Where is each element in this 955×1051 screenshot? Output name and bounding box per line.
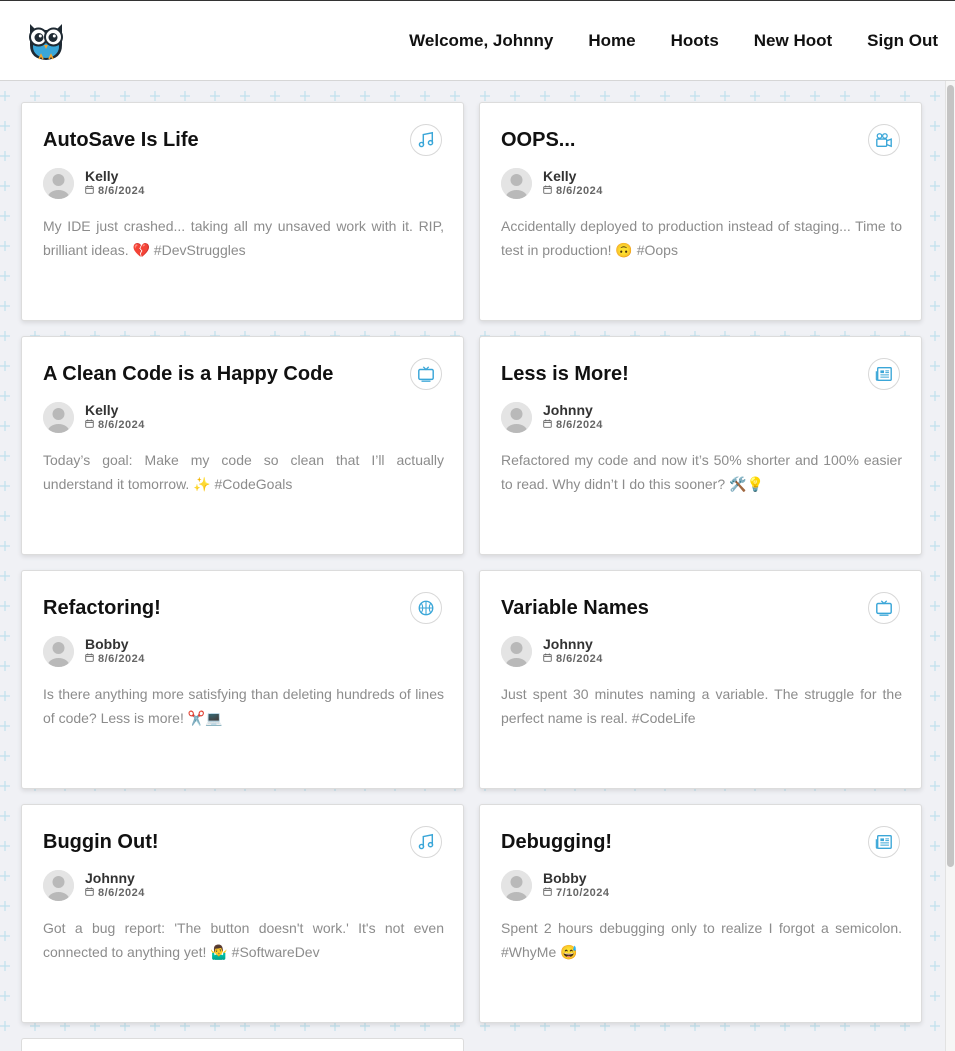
calendar-icon xyxy=(543,185,556,197)
post-date: 7/10/2024 xyxy=(543,887,609,899)
author-name: Johnny xyxy=(543,636,593,652)
author-name: Bobby xyxy=(85,636,129,652)
calendar-icon xyxy=(85,419,98,431)
nav-home-link[interactable]: Home xyxy=(588,31,635,51)
date-text: 8/6/2024 xyxy=(556,185,603,197)
avatar xyxy=(43,636,74,667)
tv-icon xyxy=(868,592,900,624)
hoot-title[interactable]: Less is More! xyxy=(501,363,629,386)
hoot-card-partial[interactable] xyxy=(21,1038,464,1051)
music-icon xyxy=(410,124,442,156)
scrollbar-thumb[interactable] xyxy=(947,85,954,867)
author-name: Bobby xyxy=(543,870,587,886)
hoot-card[interactable]: Buggin Out! Johnny 8/6/2024 Got a bug repor… xyxy=(21,804,464,1023)
date-text: 8/6/2024 xyxy=(98,653,145,665)
main-nav: Welcome, Johnny Home Hoots New Hoot Sign… xyxy=(374,31,938,51)
welcome-text: Welcome, Johnny xyxy=(409,31,554,50)
calendar-icon xyxy=(543,887,556,899)
post-date: 8/6/2024 xyxy=(85,419,145,431)
hoot-text: Refactored my code and now it’s 50% shor… xyxy=(501,452,902,492)
hoot-text: Spent 2 hours debugging only to realize … xyxy=(501,920,902,960)
hoot-card[interactable]: Less is More! Johnny 8/6/2024 Refactored my… xyxy=(479,336,922,555)
newspaper-icon xyxy=(868,358,900,390)
hoot-card[interactable]: A Clean Code is a Happy Code Kelly 8/6/202… xyxy=(21,336,464,555)
hoot-card[interactable]: Variable Names Johnny 8/6/2024 Just spent 3… xyxy=(479,570,922,789)
video-camera-icon xyxy=(868,124,900,156)
avatar xyxy=(43,870,74,901)
calendar-icon xyxy=(85,185,98,197)
nav-sign-out-link[interactable]: Sign Out xyxy=(867,31,938,51)
avatar xyxy=(501,168,532,199)
calendar-icon xyxy=(85,653,98,665)
author-name: Kelly xyxy=(85,168,119,184)
hoot-text: Just spent 30 minutes naming a variable.… xyxy=(501,686,902,726)
hoot-title[interactable]: AutoSave Is Life xyxy=(43,129,199,152)
hoot-text: Is there anything more satisfying than d… xyxy=(43,686,444,726)
avatar xyxy=(501,870,532,901)
post-date: 8/6/2024 xyxy=(543,653,603,665)
post-date: 8/6/2024 xyxy=(543,185,603,197)
date-text: 8/6/2024 xyxy=(98,185,145,197)
avatar xyxy=(501,636,532,667)
post-date: 8/6/2024 xyxy=(543,419,603,431)
author-name: Kelly xyxy=(85,402,119,418)
post-date: 8/6/2024 xyxy=(85,887,145,899)
owl-logo-icon[interactable] xyxy=(22,15,70,63)
hoot-text: My IDE just crashed... taking all my uns… xyxy=(43,218,444,258)
date-text: 7/10/2024 xyxy=(556,887,610,899)
music-icon xyxy=(410,826,442,858)
author-name: Johnny xyxy=(85,870,135,886)
hoot-card[interactable]: AutoSave Is Life Kelly 8/6/2024 My IDE just… xyxy=(21,102,464,321)
date-text: 8/6/2024 xyxy=(98,419,145,431)
date-text: 8/6/2024 xyxy=(98,887,145,899)
hoot-text: Got a bug report: 'The button doesn't wo… xyxy=(43,920,444,960)
date-text: 8/6/2024 xyxy=(556,653,603,665)
avatar xyxy=(43,168,74,199)
author-name: Kelly xyxy=(543,168,577,184)
calendar-icon xyxy=(543,419,556,431)
nav-new-hoot-link[interactable]: New Hoot xyxy=(754,31,832,51)
post-date: 8/6/2024 xyxy=(85,653,145,665)
calendar-icon xyxy=(85,887,98,899)
hoot-title[interactable]: A Clean Code is a Happy Code xyxy=(43,363,333,386)
hoot-title[interactable]: Refactoring! xyxy=(43,597,161,620)
tv-icon xyxy=(410,358,442,390)
top-nav-bar: Welcome, Johnny Home Hoots New Hoot Sign… xyxy=(0,1,955,81)
hoot-title[interactable]: Debugging! xyxy=(501,831,612,854)
calendar-icon xyxy=(543,653,556,665)
hoot-card[interactable]: Debugging! Bobby 7/10/2024 Spent 2 hours de… xyxy=(479,804,922,1023)
avatar xyxy=(43,402,74,433)
newspaper-icon xyxy=(868,826,900,858)
nav-hoots-link[interactable]: Hoots xyxy=(671,31,719,51)
hoot-title[interactable]: OOPS... xyxy=(501,129,575,152)
hoot-card[interactable]: OOPS... Kelly 8/6/2024 Accidentally deploye… xyxy=(479,102,922,321)
author-name: Johnny xyxy=(543,402,593,418)
hoot-title[interactable]: Buggin Out! xyxy=(43,831,159,854)
hoot-text: Accidentally deployed to production inst… xyxy=(501,218,902,258)
hoot-text: Today’s goal: Make my code so clean that… xyxy=(43,452,444,492)
date-text: 8/6/2024 xyxy=(556,419,603,431)
hoot-title[interactable]: Variable Names xyxy=(501,597,649,620)
basketball-icon xyxy=(410,592,442,624)
hoot-card[interactable]: Refactoring! Bobby 8/6/2024 Is there anythi… xyxy=(21,570,464,789)
post-date: 8/6/2024 xyxy=(85,185,145,197)
avatar xyxy=(501,402,532,433)
